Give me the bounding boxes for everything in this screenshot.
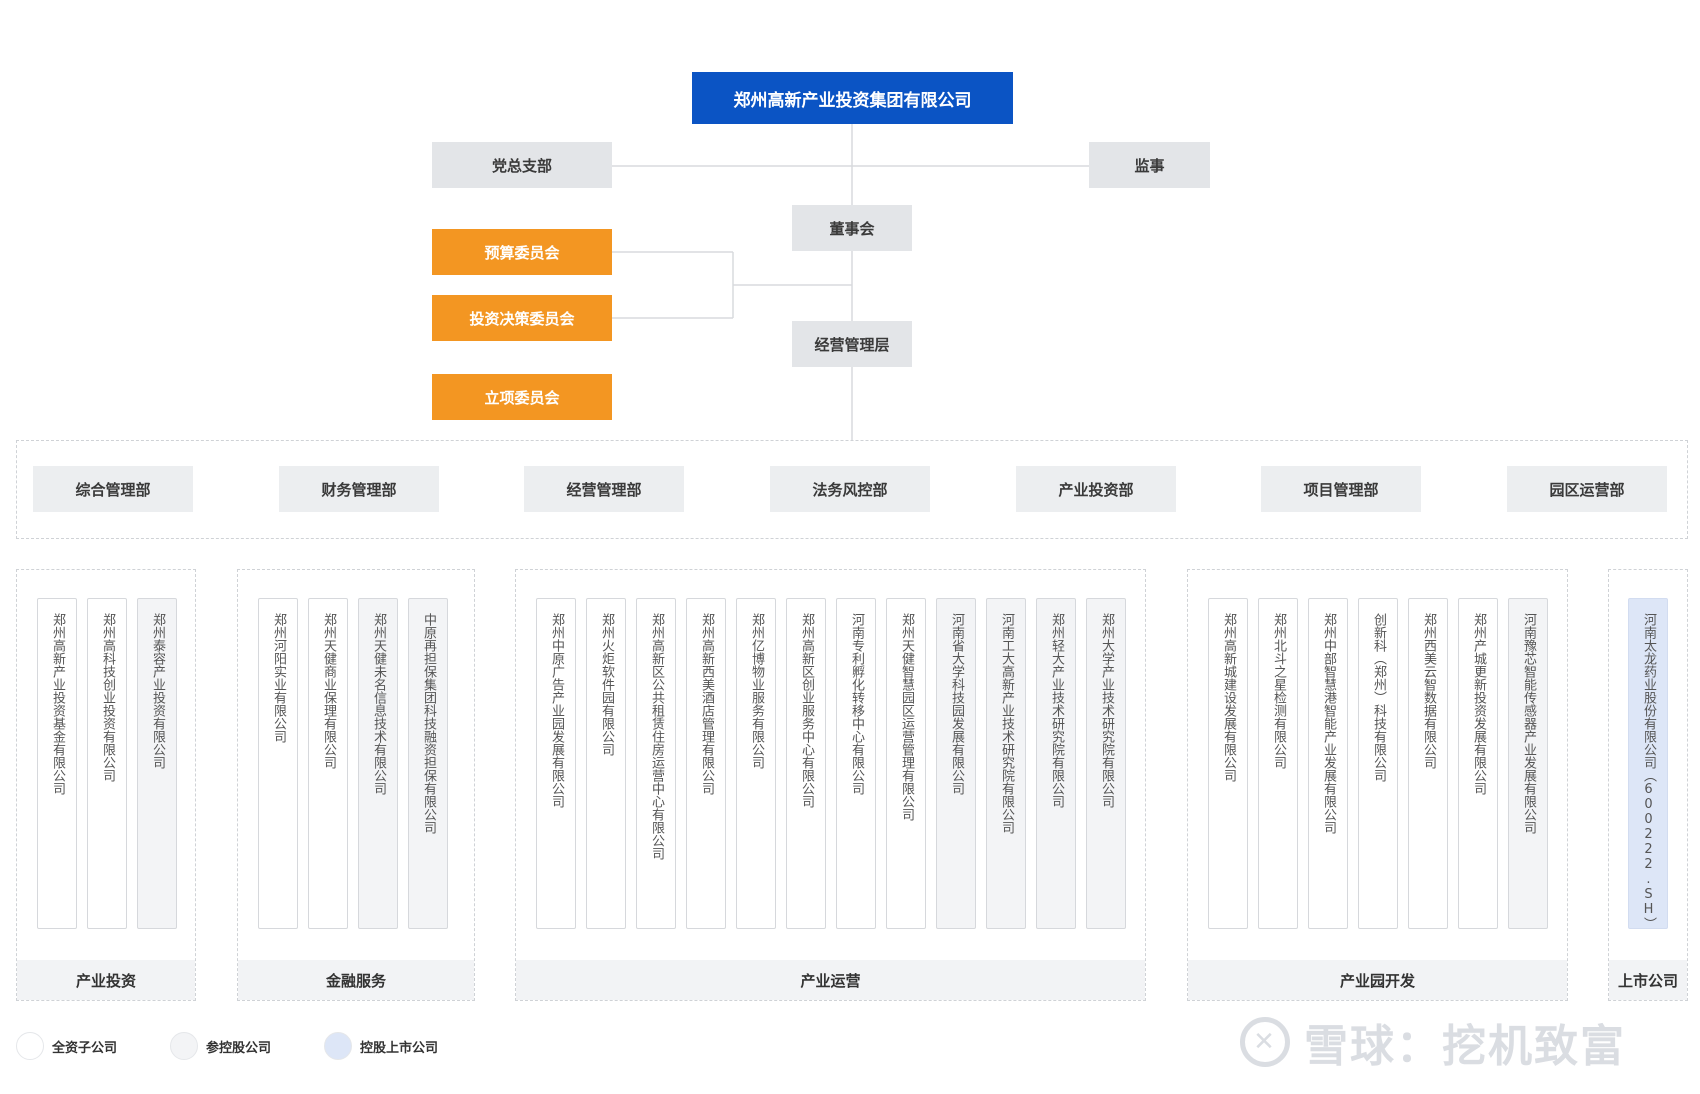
- group-label: 上市公司: [1609, 960, 1687, 1000]
- group-label: 产业投资: [17, 960, 195, 1000]
- company-card: 河南工大高新产业技术研究院有限公司: [986, 598, 1026, 929]
- company-card: 创新科（郑州）科技有限公司: [1358, 598, 1398, 929]
- company-card: 郑州天健智慧园区运营管理有限公司: [886, 598, 926, 929]
- group-company-box: 郑州高新产业投资集团有限公司: [692, 72, 1013, 124]
- company-name: 郑州天健未名信息技术有限公司: [371, 613, 386, 795]
- company-name: 郑州高新产业投资基金有限公司: [50, 613, 65, 795]
- committee-budget-box: 预算委员会: [432, 229, 612, 275]
- company-name: 中原再担保集团科技融资担保有限公司: [421, 613, 436, 834]
- company-card: 郑州天健商业保理有限公司: [308, 598, 348, 929]
- company-card: 河南太龙药业股份有限公司（600222.SH）: [1628, 598, 1668, 930]
- company-card: 郑州中部智慧港智能产业发展有限公司: [1308, 598, 1348, 929]
- company-card: 郑州高新产业投资基金有限公司: [37, 598, 77, 929]
- department-box: 产业投资部: [1016, 466, 1176, 512]
- company-name: 郑州高新西美酒店管理有限公司: [699, 613, 714, 795]
- legend-label: 控股上市公司: [360, 1040, 439, 1056]
- company-name: 河南太龙药业股份有限公司（600222.SH）: [1641, 613, 1656, 930]
- snowball-logo-icon: ✕: [1240, 1017, 1290, 1067]
- department-box: 项目管理部: [1261, 466, 1421, 512]
- company-name: 郑州产城更新投资发展有限公司: [1471, 613, 1486, 795]
- company-name: 郑州高科技创业投资有限公司: [100, 613, 115, 782]
- department-box: 财务管理部: [279, 466, 439, 512]
- company-name: 河南工大高新产业技术研究院有限公司: [999, 613, 1014, 834]
- company-card: 郑州河阳实业有限公司: [258, 598, 298, 929]
- legend-item: 全资子公司: [16, 1032, 117, 1060]
- company-card: 郑州西美云智数据有限公司: [1408, 598, 1448, 929]
- legend-item: 参控股公司: [170, 1032, 271, 1060]
- company-card: 中原再担保集团科技融资担保有限公司: [408, 598, 448, 929]
- company-card: 郑州北斗之星检测有限公司: [1258, 598, 1298, 929]
- company-card: 郑州天健未名信息技术有限公司: [358, 598, 398, 929]
- committee-project-box: 立项委员会: [432, 374, 612, 420]
- company-name: 郑州泰容产业投资有限公司: [150, 613, 165, 769]
- legend-label: 全资子公司: [52, 1040, 118, 1056]
- company-name: 河南豫芯智能传感器产业发展有限公司: [1521, 613, 1536, 834]
- company-card: 郑州火炬软件园有限公司: [586, 598, 626, 929]
- company-card: 郑州大学产业技术研究院有限公司: [1086, 598, 1126, 929]
- watermark: ✕ 雪球：挖机致富: [1240, 1010, 1626, 1074]
- committee-investment-box: 投资决策委员会: [432, 295, 612, 341]
- company-card: 郑州亿博物业服务有限公司: [736, 598, 776, 929]
- party-branch-box: 党总支部: [432, 142, 612, 188]
- company-name: 郑州中原广告产业园发展有限公司: [549, 613, 564, 808]
- company-card: 郑州泰容产业投资有限公司: [137, 598, 177, 929]
- company-name: 郑州西美云智数据有限公司: [1421, 613, 1436, 769]
- legend-swatch: [170, 1032, 198, 1060]
- company-name: 郑州河阳实业有限公司: [271, 613, 286, 743]
- management-box: 经营管理层: [792, 321, 912, 367]
- legend-swatch: [324, 1032, 352, 1060]
- company-card: 郑州高科技创业投资有限公司: [87, 598, 127, 929]
- company-card: 河南省大学科技园发展有限公司: [936, 598, 976, 929]
- company-card: 郑州高新城建设发展有限公司: [1208, 598, 1248, 929]
- group-label: 产业园开发: [1188, 960, 1567, 1000]
- department-box: 综合管理部: [33, 466, 193, 512]
- department-box: 法务风控部: [770, 466, 930, 512]
- group-label: 金融服务: [238, 960, 474, 1000]
- legend-swatch: [16, 1032, 44, 1060]
- company-name: 郑州轻大产业技术研究院有限公司: [1049, 613, 1064, 808]
- company-name: 郑州天健智慧园区运营管理有限公司: [899, 613, 914, 821]
- company-card: 郑州高新西美酒店管理有限公司: [686, 598, 726, 929]
- group-label: 产业运营: [516, 960, 1145, 1000]
- legend-item: 控股上市公司: [324, 1032, 438, 1060]
- company-card: 郑州轻大产业技术研究院有限公司: [1036, 598, 1076, 929]
- company-name: 郑州高新区创业服务中心有限公司: [799, 613, 814, 808]
- company-card: 河南专利孵化转移中心有限公司: [836, 598, 876, 929]
- supervisor-box: 监事: [1089, 142, 1210, 188]
- company-name: 郑州高新城建设发展有限公司: [1221, 613, 1236, 782]
- company-name: 郑州中部智慧港智能产业发展有限公司: [1321, 613, 1336, 834]
- company-card: 郑州高新区创业服务中心有限公司: [786, 598, 826, 929]
- company-name: 创新科（郑州）科技有限公司: [1371, 613, 1386, 782]
- legend-label: 参控股公司: [206, 1040, 272, 1056]
- company-name: 河南专利孵化转移中心有限公司: [849, 613, 864, 795]
- company-name: 郑州大学产业技术研究院有限公司: [1099, 613, 1114, 808]
- company-name: 郑州高新区公共租赁住房运营中心有限公司: [649, 613, 664, 860]
- company-name: 郑州火炬软件园有限公司: [599, 613, 614, 756]
- department-box: 园区运营部: [1507, 466, 1667, 512]
- company-card: 郑州产城更新投资发展有限公司: [1458, 598, 1498, 929]
- company-card: 郑州中原广告产业园发展有限公司: [536, 598, 576, 929]
- department-box: 经营管理部: [524, 466, 684, 512]
- company-name: 河南省大学科技园发展有限公司: [949, 613, 964, 795]
- company-name: 郑州天健商业保理有限公司: [321, 613, 336, 769]
- company-name: 郑州亿博物业服务有限公司: [749, 613, 764, 769]
- company-card: 河南豫芯智能传感器产业发展有限公司: [1508, 598, 1548, 929]
- board-box: 董事会: [792, 205, 912, 251]
- company-name: 郑州北斗之星检测有限公司: [1271, 613, 1286, 769]
- watermark-text: 雪球：挖机致富: [1304, 1021, 1626, 1072]
- company-card: 郑州高新区公共租赁住房运营中心有限公司: [636, 598, 676, 929]
